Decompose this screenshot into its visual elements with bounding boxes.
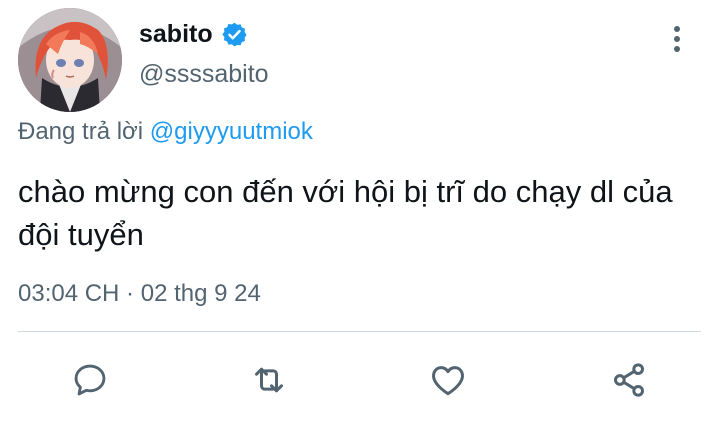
display-name[interactable]: sabito <box>139 20 213 49</box>
verified-badge-icon <box>221 21 248 48</box>
reply-icon <box>74 364 106 396</box>
reply-mention-link[interactable]: @giyyyuutmiok <box>150 118 313 145</box>
reply-button[interactable] <box>62 352 118 408</box>
more-options-button[interactable] <box>660 22 694 56</box>
avatar-illustration <box>18 8 122 112</box>
avatar[interactable] <box>18 8 122 112</box>
tweet-text: chào mừng con đến với hội bị trĩ do chạy… <box>18 174 673 252</box>
action-bar <box>0 352 719 408</box>
tweet-timestamp[interactable]: 03:04 CH · 02 thg 9 24 <box>18 280 261 308</box>
retweet-icon <box>255 367 283 393</box>
tweet-detail: sabito @ssssabito Đang trả lời @giyyyuut… <box>0 0 719 434</box>
share-button[interactable] <box>601 352 657 408</box>
author-name-row: sabito <box>139 14 248 54</box>
reply-context-label: Đang trả lời <box>18 118 144 145</box>
divider <box>18 331 701 332</box>
retweet-button[interactable] <box>241 352 297 408</box>
author-handle[interactable]: @ssssabito <box>139 60 269 89</box>
like-button[interactable] <box>420 352 476 408</box>
share-icon <box>614 363 644 397</box>
heart-icon <box>432 366 464 396</box>
reply-context: Đang trả lời @giyyyuutmiok <box>18 118 313 146</box>
more-vertical-icon <box>674 26 680 52</box>
